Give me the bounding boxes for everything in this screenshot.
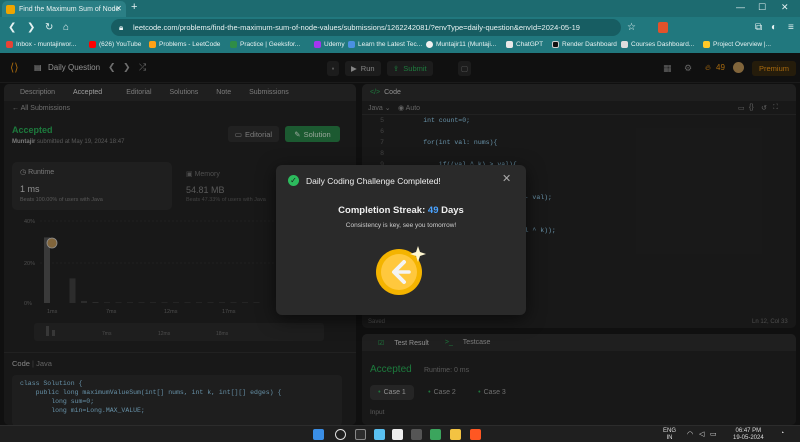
home-icon[interactable]: ⌂ <box>63 22 69 33</box>
clock[interactable]: 06:47 PM 19-05-2024 <box>733 428 764 442</box>
app-icon[interactable] <box>411 429 422 440</box>
menu-icon[interactable]: ≡ <box>788 22 794 33</box>
modal-title: Daily Coding Challenge Completed! <box>306 176 441 186</box>
close-tab-icon[interactable]: ✕ <box>115 4 122 13</box>
maximize-icon[interactable]: ☐ <box>758 2 766 13</box>
notifications-icon[interactable]: ◔ <box>780 430 784 437</box>
language-indicator[interactable]: ENG IN <box>663 428 676 442</box>
battery-icon[interactable]: ▭ <box>710 430 717 438</box>
gold-coin-icon <box>376 246 426 295</box>
close-window-icon[interactable]: ✕ <box>781 2 789 13</box>
file-explorer-icon[interactable] <box>450 429 461 440</box>
widget-icon[interactable] <box>374 429 385 440</box>
firebase-icon <box>703 41 710 48</box>
udemy-icon <box>314 41 321 48</box>
profile-icon[interactable]: ◐ <box>771 22 777 33</box>
youtube-icon <box>89 41 96 48</box>
address-bar-row: ❮ ❯ ↻ ⌂ 🔒︎ leetcode.com/problems/find-th… <box>0 17 800 38</box>
extensions-icon[interactable]: ⧉ <box>755 22 762 33</box>
windows-taskbar: ENG IN ◠ ◁ ▭ 06:47 PM 19-05-2024 ◔ <box>0 425 800 442</box>
url-text: leetcode.com/problems/find-the-maximum-s… <box>133 23 580 32</box>
modal-close-icon[interactable]: ✕ <box>502 172 511 185</box>
bookmark-udemy[interactable]: Udemy <box>314 41 345 48</box>
bookmark-chatgpt[interactable]: ChatGPT <box>506 41 543 48</box>
bookmark-render[interactable]: Render Dashboard <box>552 41 617 48</box>
url-input[interactable]: 🔒︎ leetcode.com/problems/find-the-maximu… <box>111 19 621 36</box>
volume-icon[interactable]: ◁ <box>699 430 704 438</box>
screen: Find the Maximum Sum of Node ✕ + — ☐ ✕ ❮… <box>0 0 800 442</box>
browser-tab-bar: Find the Maximum Sum of Node ✕ + — ☐ ✕ <box>0 0 800 17</box>
search-icon[interactable] <box>335 429 346 440</box>
bookmark-gfg[interactable]: Practice | Geeksfor... <box>230 41 300 48</box>
gmail-icon <box>6 41 13 48</box>
app-icon[interactable] <box>430 429 441 440</box>
browser-tab-title: Find the Maximum Sum of Node <box>19 5 120 13</box>
brave-shield-icon[interactable] <box>658 22 668 33</box>
wifi-icon[interactable]: ◠ <box>687 430 693 438</box>
reload-icon[interactable]: ↻ <box>45 22 53 33</box>
gfg-icon <box>230 41 237 48</box>
browser-tab[interactable]: Find the Maximum Sum of Node ✕ <box>2 1 126 17</box>
streak-label: Completion Streak: <box>338 205 426 216</box>
brave-browser-icon[interactable] <box>470 429 481 440</box>
lock-icon: 🔒︎ <box>119 23 124 32</box>
learn-icon <box>348 41 355 48</box>
new-tab-icon[interactable]: + <box>131 1 137 13</box>
bookmark-leetcode[interactable]: Problems - LeetCode <box>149 41 220 48</box>
app-icon[interactable] <box>392 429 403 440</box>
courses-icon <box>621 41 628 48</box>
github-icon <box>426 41 433 48</box>
bookmark-youtube[interactable]: (626) YouTube <box>89 41 141 48</box>
star-icon[interactable]: ☆ <box>627 22 636 33</box>
modal-subtitle: Consistency is key, see you tomorrow! <box>345 222 457 229</box>
forward-icon[interactable]: ❯ <box>27 22 35 33</box>
daily-challenge-modal: ✓ Daily Coding Challenge Completed! ✕ Co… <box>276 165 526 315</box>
chatgpt-icon <box>506 41 513 48</box>
render-icon <box>552 41 559 48</box>
bookmark-courses[interactable]: Courses Dashboard... <box>621 41 694 48</box>
leetcode-favicon-icon <box>6 4 15 14</box>
streak-unit: Days <box>441 205 464 216</box>
bookmark-project[interactable]: Project Overview |... <box>703 41 771 48</box>
bookmark-learn[interactable]: Learn the Latest Tec... <box>348 41 422 48</box>
streak-value: 49 <box>427 205 439 216</box>
bookmarks-bar: Inbox - muntajirwor... (626) YouTube Pro… <box>0 38 800 53</box>
windows-start-icon[interactable] <box>313 429 324 440</box>
bookmark-gmail[interactable]: Inbox - muntajirwor... <box>6 41 76 48</box>
back-icon[interactable]: ❮ <box>8 22 16 33</box>
task-view-icon[interactable] <box>355 429 366 440</box>
minimize-icon[interactable]: — <box>736 2 745 12</box>
check-circle-icon: ✓ <box>288 175 299 186</box>
leetcode-icon <box>149 41 156 48</box>
bookmark-github[interactable]: Muntajir11 (Muntaji... <box>426 41 496 48</box>
streak-line: Completion Streak: 49 Days <box>276 205 526 216</box>
